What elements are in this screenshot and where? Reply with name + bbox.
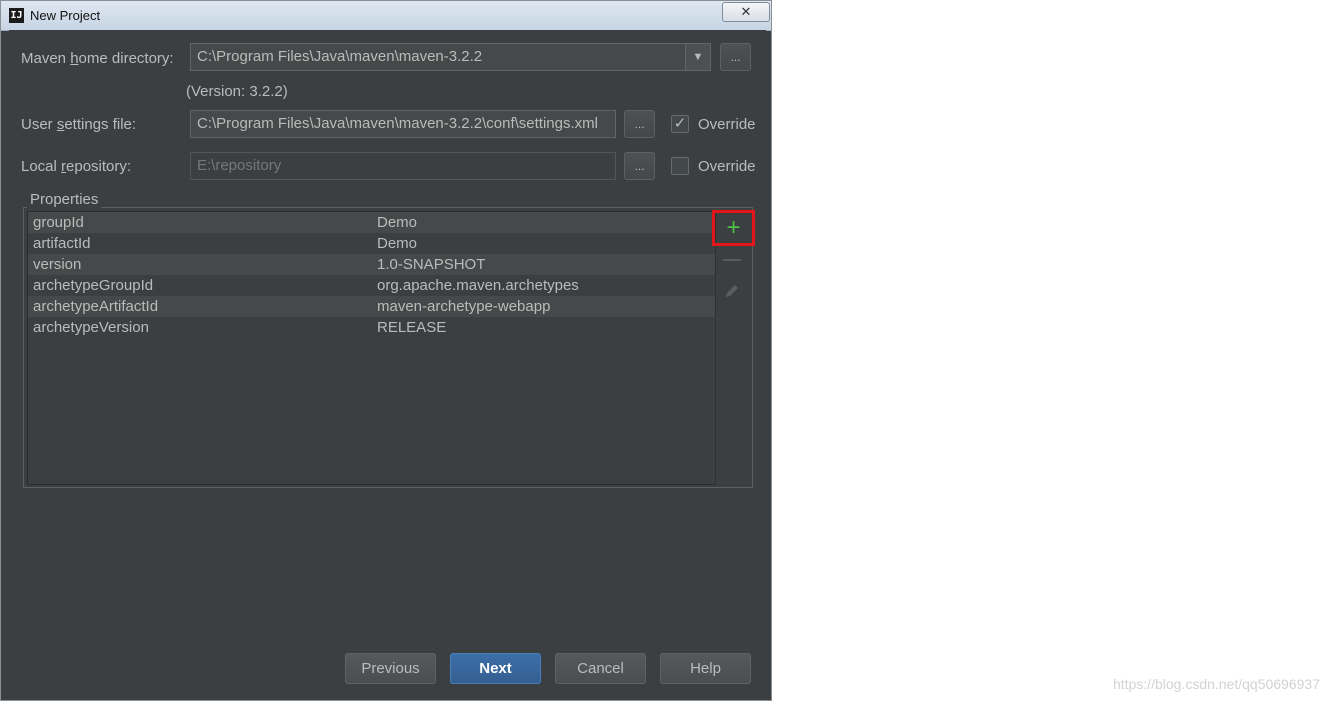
pencil-icon[interactable] (723, 282, 741, 300)
local-repo-browse-button[interactable]: ... (624, 152, 655, 180)
table-row[interactable]: groupId Demo (28, 212, 716, 233)
maven-home-label-pre: Maven (21, 50, 71, 67)
next-button[interactable]: Next (450, 653, 541, 684)
local-repo-field[interactable]: E:\repository (190, 152, 616, 180)
cancel-button[interactable]: Cancel (555, 653, 646, 684)
maven-home-label: Maven home directory: (21, 50, 174, 67)
user-settings-label-post: ettings file: (64, 116, 137, 133)
intellij-app-icon: IJ (9, 8, 24, 23)
maven-version-note: (Version: 3.2.2) (186, 83, 288, 100)
watermark-text: https://blog.csdn.net/qq50696937 (1112, 676, 1320, 692)
dialog-content: Maven home directory: C:\Program Files\J… (9, 30, 766, 696)
previous-button[interactable]: Previous (345, 653, 436, 684)
plus-icon: + (726, 214, 741, 241)
user-settings-field[interactable]: C:\Program Files\Java\maven\maven-3.2.2\… (190, 110, 616, 138)
user-settings-override-label: Override (698, 116, 756, 133)
table-row[interactable]: artifactId Demo (28, 233, 716, 254)
user-settings-label-pre: User (21, 116, 57, 133)
window-title: New Project (30, 8, 101, 23)
user-settings-override-checkbox[interactable]: ✓ (671, 115, 689, 133)
add-property-button[interactable]: + (712, 210, 755, 246)
property-value: Demo (377, 235, 418, 252)
property-value: RELEASE (377, 319, 447, 336)
property-value: 1.0-SNAPSHOT (377, 256, 486, 273)
local-repo-override-checkbox[interactable] (671, 157, 689, 175)
maven-home-label-mnemonic: h (70, 50, 79, 67)
property-key: archetypeVersion (33, 319, 149, 336)
table-row[interactable]: archetypeVersion RELEASE (28, 317, 716, 338)
user-settings-label: User settings file: (21, 116, 136, 133)
minus-icon[interactable] (723, 259, 741, 261)
maven-home-value: C:\Program Files\Java\maven\maven-3.2.2 (197, 48, 483, 65)
help-button[interactable]: Help (660, 653, 751, 684)
property-key: version (33, 256, 82, 273)
close-button[interactable]: ✕ (722, 2, 770, 22)
properties-legend: Properties (27, 191, 102, 208)
maven-home-browse-button[interactable]: ... (720, 43, 751, 71)
table-row[interactable]: archetypeArtifactId maven-archetype-weba… (28, 296, 716, 317)
maven-home-label-post: ome directory: (78, 50, 174, 67)
properties-table: groupId Demo artifactId Demo version 1.0… (27, 211, 717, 485)
property-value: maven-archetype-webapp (377, 298, 551, 315)
local-repo-label-pre: Local (21, 158, 62, 175)
table-row[interactable]: archetypeGroupId org.apache.maven.archet… (28, 275, 716, 296)
properties-toolbar (715, 211, 752, 485)
property-value: Demo (377, 214, 418, 231)
property-key: archetypeArtifactId (33, 298, 159, 315)
property-key: artifactId (33, 235, 91, 252)
local-repo-label: Local repository: (21, 158, 131, 175)
check-mark-icon: ✓ (673, 115, 687, 132)
property-key: groupId (33, 214, 84, 231)
local-repo-override-label: Override (698, 158, 756, 175)
property-key: archetypeGroupId (33, 277, 154, 294)
table-row[interactable]: version 1.0-SNAPSHOT (28, 254, 716, 275)
property-value: org.apache.maven.archetypes (377, 277, 579, 294)
dropdown-arrow-icon[interactable]: ▼ (685, 44, 710, 70)
user-settings-browse-button[interactable]: ... (624, 110, 655, 138)
local-repo-label-post: epository: (66, 158, 132, 175)
title-bar: IJ New Project ✕ (1, 1, 771, 31)
new-project-dialog: IJ New Project ✕ Maven home directory: C… (0, 0, 772, 701)
maven-home-combo[interactable]: C:\Program Files\Java\maven\maven-3.2.2 … (190, 43, 711, 71)
